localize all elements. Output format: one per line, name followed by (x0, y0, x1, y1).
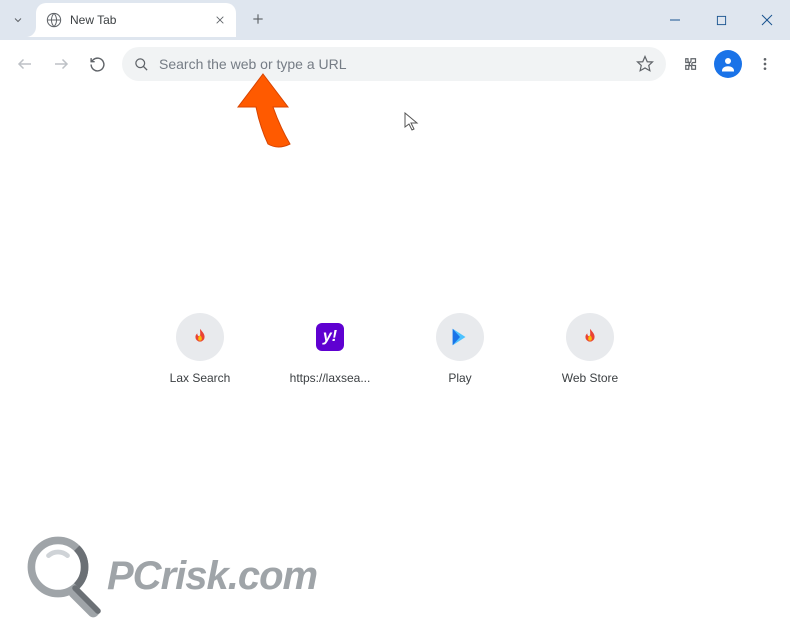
globe-icon (46, 12, 62, 28)
shortcuts-grid: Lax Search y! https://laxsea... Play Web… (150, 313, 640, 385)
yahoo-icon: y! (316, 323, 344, 351)
new-tab-page: Lax Search y! https://laxsea... Play Web… (0, 88, 790, 632)
maximize-button[interactable] (698, 0, 744, 40)
tab-strip: New Tab (0, 0, 272, 40)
maximize-icon (716, 15, 727, 26)
extensions-button[interactable] (674, 47, 708, 81)
reload-button[interactable] (80, 47, 114, 81)
menu-button[interactable] (748, 47, 782, 81)
tab-title: New Tab (70, 13, 212, 27)
flame-icon (176, 313, 224, 361)
arrow-right-icon (52, 55, 70, 73)
address-bar[interactable] (122, 47, 666, 81)
magnifier-logo-icon (20, 529, 115, 624)
play-store-icon (436, 313, 484, 361)
back-button[interactable] (8, 47, 42, 81)
arrow-left-icon (16, 55, 34, 73)
shortcut-label: Web Store (562, 371, 618, 385)
toolbar (0, 40, 790, 88)
window-controls (652, 0, 790, 40)
watermark: PCrisk.com (20, 529, 317, 624)
star-icon (636, 55, 654, 73)
shortcut-play[interactable]: Play (410, 313, 510, 385)
reload-icon (89, 56, 106, 73)
shortcut-label: https://laxsea... (290, 371, 371, 385)
address-input[interactable] (159, 56, 636, 72)
close-window-button[interactable] (744, 0, 790, 40)
forward-button[interactable] (44, 47, 78, 81)
shortcut-label: Play (448, 371, 471, 385)
tab-close-button[interactable] (212, 12, 228, 28)
watermark-text: PCrisk.com (107, 554, 317, 599)
shortcut-laxsearch-url[interactable]: y! https://laxsea... (280, 313, 380, 385)
titlebar: New Tab (0, 0, 790, 40)
minimize-button[interactable] (652, 0, 698, 40)
profile-button[interactable] (714, 50, 742, 78)
browser-tab[interactable]: New Tab (36, 3, 236, 37)
close-icon (761, 14, 773, 26)
shortcut-label: Lax Search (170, 371, 231, 385)
person-icon (719, 55, 737, 73)
shortcut-web-store[interactable]: Web Store (540, 313, 640, 385)
flame-icon (566, 313, 614, 361)
new-tab-button[interactable] (244, 5, 272, 33)
chevron-down-icon (12, 14, 24, 26)
puzzle-icon (682, 55, 700, 73)
shortcut-lax-search[interactable]: Lax Search (150, 313, 250, 385)
plus-icon (251, 12, 265, 26)
bookmark-button[interactable] (636, 55, 654, 73)
search-icon (134, 57, 149, 72)
kebab-icon (757, 56, 773, 72)
minimize-icon (669, 14, 681, 26)
close-icon (215, 15, 225, 25)
